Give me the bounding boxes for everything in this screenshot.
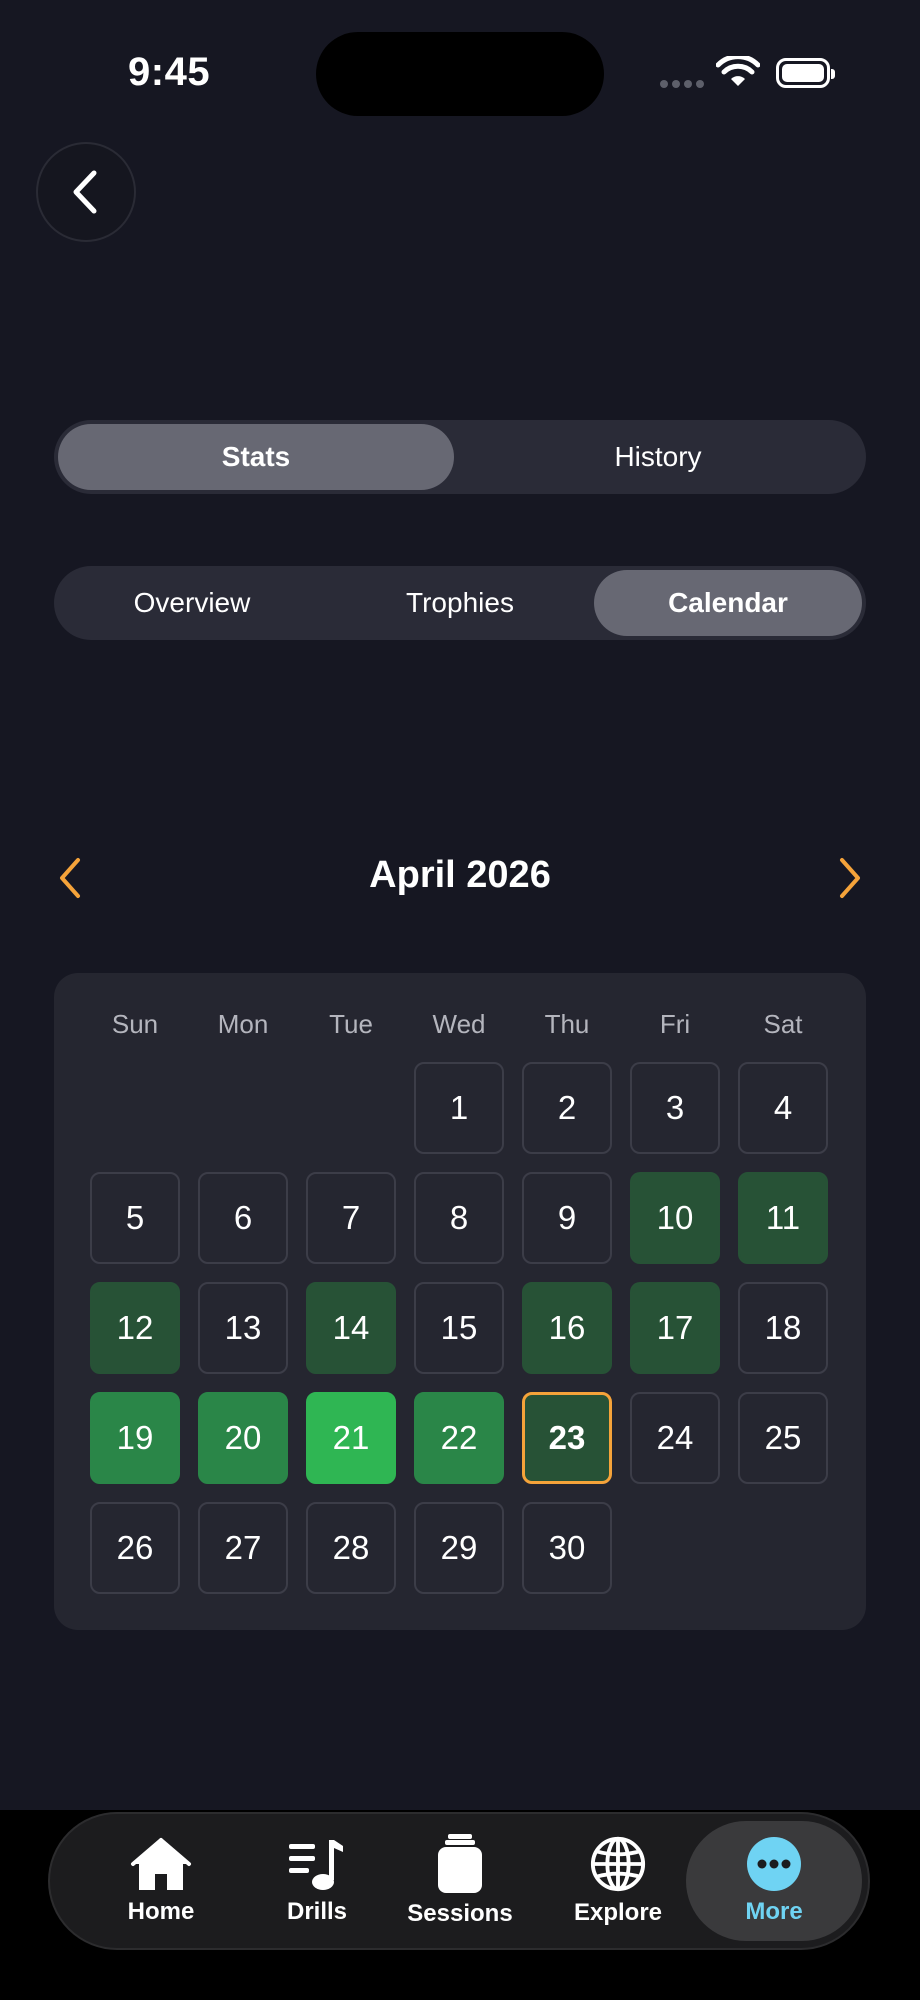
next-month-button[interactable]: [826, 854, 874, 902]
status-bar: 9:45: [0, 0, 920, 150]
tab-explore[interactable]: Explore: [543, 1814, 693, 1948]
calendar-day[interactable]: 7: [306, 1172, 396, 1264]
segment-stats[interactable]: Stats: [58, 424, 454, 490]
more-ellipsis-icon: [747, 1837, 801, 1891]
stats-view-segmented-control: Overview Trophies Calendar: [54, 566, 866, 640]
tab-sessions[interactable]: Sessions: [385, 1814, 535, 1948]
cellular-signal-icon: [660, 80, 704, 88]
calendar-day[interactable]: 4: [738, 1062, 828, 1154]
weekday-label: Thu: [544, 1009, 590, 1039]
calendar-day[interactable]: 22: [414, 1392, 504, 1484]
tab-sessions-label: Sessions: [407, 1900, 513, 1927]
weekday-label: Fri: [659, 1009, 691, 1039]
calendar-day[interactable]: 2: [522, 1062, 612, 1154]
calendar-day[interactable]: 1: [414, 1062, 504, 1154]
wifi-icon: [716, 56, 760, 86]
jar-icon: [438, 1834, 482, 1893]
calendar-day[interactable]: 10: [630, 1172, 720, 1264]
weekday-label: Tue: [329, 1009, 373, 1039]
month-navigation: April 2026: [0, 850, 920, 906]
calendar-day[interactable]: 5: [90, 1172, 180, 1264]
weekday-label: Wed: [432, 1009, 486, 1039]
calendar-day[interactable]: 12: [90, 1282, 180, 1374]
calendar-day[interactable]: 15: [414, 1282, 504, 1374]
house-icon: [131, 1838, 191, 1890]
calendar-day[interactable]: 14: [306, 1282, 396, 1374]
segment-trophies[interactable]: Trophies: [326, 570, 594, 636]
segment-history[interactable]: History: [454, 424, 862, 490]
calendar-day[interactable]: 30: [522, 1502, 612, 1594]
calendar-day[interactable]: 11: [738, 1172, 828, 1264]
chevron-left-icon: [73, 170, 97, 214]
tab-bar: Home Drills Sessions Explore More: [48, 1812, 870, 1950]
calendar-day[interactable]: 9: [522, 1172, 612, 1264]
chevron-right-icon: [840, 858, 860, 898]
tab-more-label: More: [745, 1898, 803, 1925]
tab-home-label: Home: [127, 1898, 195, 1925]
calendar-day[interactable]: 8: [414, 1172, 504, 1264]
calendar-day[interactable]: 16: [522, 1282, 612, 1374]
music-list-icon: [289, 1840, 343, 1890]
segment-overview[interactable]: Overview: [58, 570, 326, 636]
segment-calendar[interactable]: Calendar: [594, 570, 862, 636]
calendar-day[interactable]: 3: [630, 1062, 720, 1154]
stats-history-segmented-control: Stats History: [54, 420, 866, 494]
month-title: April 2026: [369, 854, 551, 896]
calendar-day[interactable]: 13: [198, 1282, 288, 1374]
tab-drills[interactable]: Drills: [242, 1814, 392, 1948]
calendar-day[interactable]: 29: [414, 1502, 504, 1594]
calendar-day[interactable]: 21: [306, 1392, 396, 1484]
weekday-label: Mon: [217, 1009, 269, 1039]
calendar-day[interactable]: 24: [630, 1392, 720, 1484]
dynamic-island: [316, 32, 604, 116]
calendar-day[interactable]: 19: [90, 1392, 180, 1484]
calendar-grid: Sun Mon Tue Wed Thu Fri Sat 1 2 3 4 5 6 7 8 9 10 11 12 13 14…: [54, 973, 866, 1630]
status-time: 9:45: [128, 50, 211, 94]
calendar-day[interactable]: 18: [738, 1282, 828, 1374]
battery-icon: [776, 58, 835, 88]
calendar-day-today[interactable]: 23: [522, 1392, 612, 1484]
tab-home[interactable]: Home: [86, 1814, 236, 1948]
calendar-day[interactable]: 26: [90, 1502, 180, 1594]
weekday-label: Sat: [763, 1009, 803, 1039]
back-button[interactable]: [36, 142, 136, 242]
tab-explore-label: Explore: [573, 1899, 663, 1926]
calendar-day[interactable]: 20: [198, 1392, 288, 1484]
calendar-day[interactable]: 27: [198, 1502, 288, 1594]
weekday-label: Sun: [111, 1009, 159, 1039]
calendar-day[interactable]: 6: [198, 1172, 288, 1264]
globe-icon: [590, 1836, 646, 1892]
tab-drills-label: Drills: [286, 1898, 348, 1925]
calendar-day[interactable]: 17: [630, 1282, 720, 1374]
calendar-day[interactable]: 25: [738, 1392, 828, 1484]
calendar-day[interactable]: 28: [306, 1502, 396, 1594]
tab-more[interactable]: More: [686, 1821, 862, 1941]
